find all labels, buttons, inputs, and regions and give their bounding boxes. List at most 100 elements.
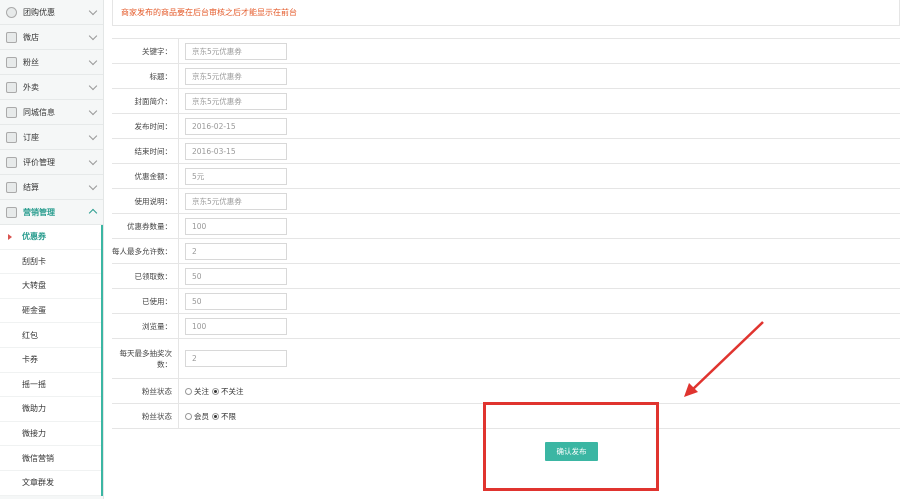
chevron-down-icon [88, 6, 98, 16]
field-label: 每人最多允许数： [112, 239, 179, 263]
sidebar-item-label: 微店 [23, 32, 39, 42]
radio-label: 不关注 [221, 386, 244, 396]
submenu-item-coupon[interactable]: 优惠券 [0, 225, 101, 250]
radio-unlimited[interactable]: 不限 [212, 411, 236, 422]
submenu-item-label: 砸金蛋 [22, 306, 46, 316]
form-row-cover-summary: 封面简介： 京东5元优惠券 [112, 89, 900, 114]
sidebar-item-group-buy[interactable]: 团购优惠 [0, 0, 103, 25]
radio-icon[interactable] [185, 387, 192, 395]
chevron-up-icon [88, 208, 98, 218]
cover-summary-input[interactable]: 京东5元优惠券 [185, 92, 287, 110]
field-label: 关键字： [112, 39, 179, 63]
submenu-item-boost[interactable]: 微助力 [0, 397, 101, 422]
hand-icon [5, 56, 17, 68]
member-status-radio-group: 会员 不限 [185, 411, 239, 422]
star-icon [5, 31, 17, 43]
form-row-used-count: 已使用： 50 [112, 289, 900, 314]
used-count-input[interactable]: 50 [185, 292, 287, 310]
sidebar-item-label: 同城信息 [23, 107, 55, 117]
submenu-item-label: 微信营销 [22, 453, 54, 463]
submenu-item-relay[interactable]: 微接力 [0, 422, 101, 447]
field-label: 优惠金额： [112, 164, 179, 188]
coupon-form: 关键字： 京东5元优惠券 标题： 京东5元优惠券 封面简介： 京东5元优惠券 发… [112, 38, 900, 429]
radio-member[interactable]: 会员 [185, 411, 209, 422]
end-time-input[interactable]: 2016-03-15 [185, 142, 287, 160]
field-label: 封面简介： [112, 89, 179, 113]
radio-follow[interactable]: 关注 [185, 386, 209, 397]
form-row-fan-follow-status: 粉丝状态 关注 不关注 [112, 379, 900, 404]
submenu-item-wechat-marketing[interactable]: 微信营销 [0, 446, 101, 471]
views-input[interactable]: 100 [185, 317, 287, 335]
follow-status-radio-group: 关注 不关注 [185, 386, 247, 397]
max-draws-per-day-input[interactable]: 2 [185, 350, 287, 367]
radio-checked-icon[interactable] [212, 387, 219, 395]
highlight-box [483, 402, 659, 491]
publish-time-input[interactable]: 2016-02-15 [185, 117, 287, 135]
field-label: 每天最多抽奖次数： [112, 339, 179, 378]
submenu-item-label: 摇一摇 [22, 379, 46, 389]
submenu-item-label: 大转盘 [22, 281, 46, 291]
form-row-usage-notes: 使用说明： 京东5元优惠券 [112, 189, 900, 214]
sidebar-item-marketing[interactable]: 营销管理 [0, 200, 103, 225]
form-row-max-draws-per-day: 每天最多抽奖次数： 2 [112, 339, 900, 379]
claimed-count-input[interactable]: 50 [185, 267, 287, 285]
sidebar-item-local-info[interactable]: 同城信息 [0, 100, 103, 125]
sidebar-item-other[interactable]: 其他 [0, 496, 103, 499]
submenu-item-card-voucher[interactable]: 卡券 [0, 348, 101, 373]
field-label: 已使用： [112, 289, 179, 313]
submenu-item-scratch-card[interactable]: 刮刮卡 [0, 250, 101, 275]
form-row-views: 浏览量： 100 [112, 314, 900, 339]
form-row-keyword: 关键字： 京东5元优惠券 [112, 39, 900, 64]
sidebar-item-reviews[interactable]: 评价管理 [0, 150, 103, 175]
submenu-item-shake[interactable]: 摇一摇 [0, 373, 101, 398]
submenu-item-wheel[interactable]: 大转盘 [0, 274, 101, 299]
title-input[interactable]: 京东5元优惠券 [185, 67, 287, 85]
sidebar-item-fans[interactable]: 粉丝 [0, 50, 103, 75]
submenu-item-red-packet[interactable]: 红包 [0, 323, 101, 348]
max-per-person-input[interactable]: 2 [185, 242, 287, 260]
submenu-item-article-broadcast[interactable]: 文章群发 [0, 471, 101, 496]
chart-icon [5, 181, 17, 193]
form-row-publish-time: 发布时间： 2016-02-15 [112, 114, 900, 139]
chevron-down-icon [88, 31, 98, 41]
coupon-quantity-input[interactable]: 100 [185, 217, 287, 235]
chevron-down-icon [88, 156, 98, 166]
sidebar-item-label: 订座 [23, 132, 39, 142]
field-label: 标题： [112, 64, 179, 88]
radio-label: 会员 [194, 411, 209, 421]
sidebar-item-label: 外卖 [23, 82, 39, 92]
radio-checked-icon[interactable] [212, 412, 219, 420]
submenu-item-label: 文章群发 [22, 478, 54, 488]
active-arrow-icon [8, 234, 12, 240]
tag-icon [5, 106, 17, 118]
sidebar-item-label: 营销管理 [23, 207, 55, 217]
layers-icon [5, 206, 17, 218]
form-row-coupon-quantity: 优惠券数量： 100 [112, 214, 900, 239]
sidebar-item-micro-shop[interactable]: 微店 [0, 25, 103, 50]
field-label: 结束时间： [112, 139, 179, 163]
form-row-end-time: 结束时间： 2016-03-15 [112, 139, 900, 164]
gear-icon [5, 6, 17, 18]
sidebar-item-reservation[interactable]: 订座 [0, 125, 103, 150]
radio-not-follow[interactable]: 不关注 [212, 386, 244, 397]
keyword-input[interactable]: 京东5元优惠券 [185, 42, 287, 60]
form-row-max-per-person: 每人最多允许数： 2 [112, 239, 900, 264]
chevron-down-icon [88, 56, 98, 66]
tag-icon [5, 131, 17, 143]
tag-icon [5, 81, 17, 93]
field-label: 粉丝状态 [112, 379, 179, 403]
usage-notes-input[interactable]: 京东5元优惠券 [185, 192, 287, 210]
submenu-item-golden-egg[interactable]: 砸金蛋 [0, 299, 101, 324]
notice-bar: 商家发布的商品要在后台审核之后才能显示在前台 [112, 0, 900, 26]
field-label: 已领取数： [112, 264, 179, 288]
submenu-item-label: 微接力 [22, 429, 46, 439]
sidebar-item-settlement[interactable]: 结算 [0, 175, 103, 200]
discount-amount-input[interactable]: 5元 [185, 167, 287, 185]
radio-icon[interactable] [185, 412, 192, 420]
thumb-icon [5, 156, 17, 168]
submenu-item-label: 优惠券 [22, 232, 46, 242]
sidebar-item-label: 粉丝 [23, 57, 39, 67]
sidebar-item-label: 评价管理 [23, 157, 55, 167]
sidebar-item-takeout[interactable]: 外卖 [0, 75, 103, 100]
field-label: 发布时间： [112, 114, 179, 138]
